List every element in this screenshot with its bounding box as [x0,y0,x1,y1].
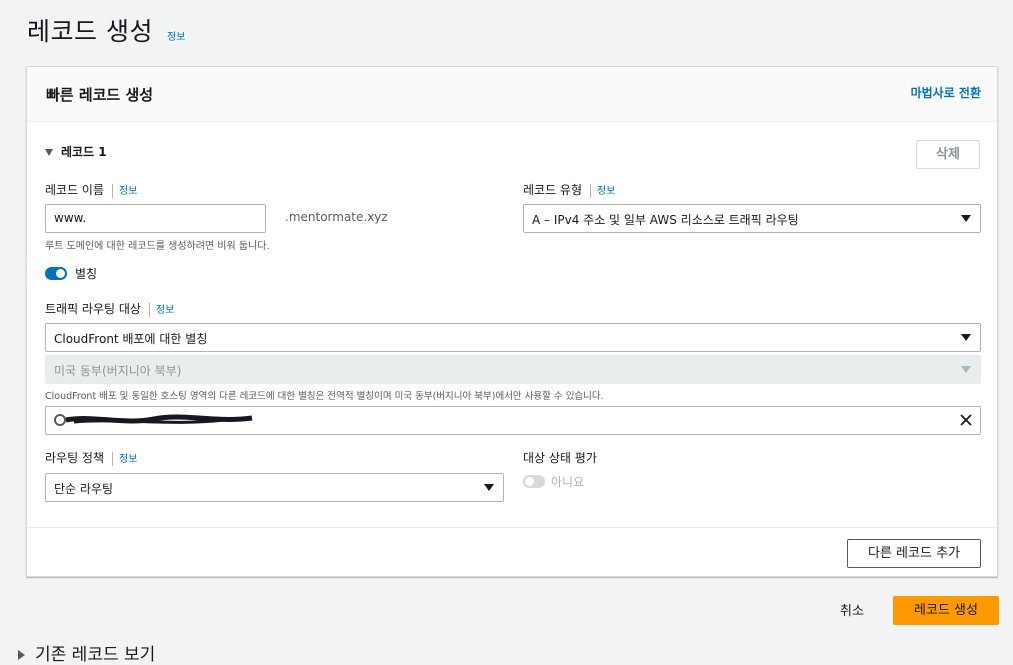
distribution-search-input[interactable] [45,406,981,435]
target-label: 트래픽 라우팅 대상 [45,302,141,316]
create-records-button[interactable]: 레코드 생성 [893,596,999,625]
target-info-link[interactable]: 정보 [156,305,174,316]
caret-down-icon [961,366,971,373]
cancel-button[interactable]: 취소 [840,600,864,619]
card-header: 빠른 레코드 생성 마법사로 전환 [27,67,997,122]
alias-toggle[interactable] [45,267,67,280]
routing-label-row: 라우팅 정책 정보 [45,449,137,466]
region-hint: CloudFront 배포 및 동일한 호스팅 영역의 다른 레코드에 대한 별… [45,391,604,402]
record-type-value: A – IPv4 주소 및 일부 AWS 리소스로 트래픽 라우팅 [532,213,799,227]
target-label-row: 트래픽 라우팅 대상 정보 [45,300,174,317]
record-section-toggle[interactable]: 레코드 1 [45,143,107,160]
record-type-label: 레코드 유형 [523,183,583,197]
toggle-knob [525,477,534,486]
record-heading: 레코드 1 [61,145,107,159]
region-value: 미국 동부(버지니아 북부) [54,364,182,378]
card-footer-divider [27,527,997,528]
record-name-label: 레코드 이름 [45,183,105,197]
clear-icon[interactable] [960,414,972,426]
record-name-info-link[interactable]: 정보 [119,186,137,197]
existing-records-label: 기존 레코드 보기 [35,645,156,665]
region-select: 미국 동부(버지니아 북부) [45,355,981,384]
caret-down-icon [961,334,971,341]
title-info-link[interactable]: 정보 [167,28,185,43]
routing-policy-select[interactable]: 단순 라우팅 [45,473,504,502]
routing-policy-value: 단순 라우팅 [54,482,114,496]
caret-down-icon [484,484,494,491]
record-name-hint: 루트 도메인에 대한 레코드를 생성하려면 비워 둡니다. [45,241,270,252]
routing-policy-label: 라우팅 정책 [45,451,105,465]
health-toggle [523,475,545,488]
toggle-knob [56,269,65,278]
record-type-info-link[interactable]: 정보 [597,186,615,197]
quick-create-card: 빠른 레코드 생성 마법사로 전환 레코드 1 삭제 레코드 이름 정보 www.… [26,66,998,577]
health-label: 대상 상태 평가 [523,451,597,465]
health-value: 아니요 [551,475,585,489]
redacted-value-scribble [65,414,253,424]
record-type-label-row: 레코드 유형 정보 [523,181,615,198]
record-type-select[interactable]: A – IPv4 주소 및 일부 AWS 리소스로 트래픽 라우팅 [523,204,981,233]
card-title: 빠른 레코드 생성 [46,86,154,104]
caret-down-icon [45,149,53,156]
caret-right-icon [18,650,25,660]
caret-down-icon [961,215,971,222]
target-endpoint-value: CloudFront 배포에 대한 별칭 [54,332,208,346]
add-another-record-button[interactable]: 다른 레코드 추가 [847,539,981,568]
record-name-label-row: 레코드 이름 정보 [45,181,137,198]
alias-label: 별칭 [75,267,98,281]
switch-to-wizard-link[interactable]: 마법사로 전환 [911,84,981,101]
routing-info-link[interactable]: 정보 [119,454,137,465]
delete-button[interactable]: 삭제 [916,140,980,169]
existing-records-toggle[interactable]: 기존 레코드 보기 [18,640,155,665]
page-title: 레코드 생성 [27,17,153,46]
record-name-input[interactable]: www. [45,204,266,233]
target-endpoint-select[interactable]: CloudFront 배포에 대한 별칭 [45,323,981,352]
domain-suffix: .mentormate.xyz [285,210,388,224]
